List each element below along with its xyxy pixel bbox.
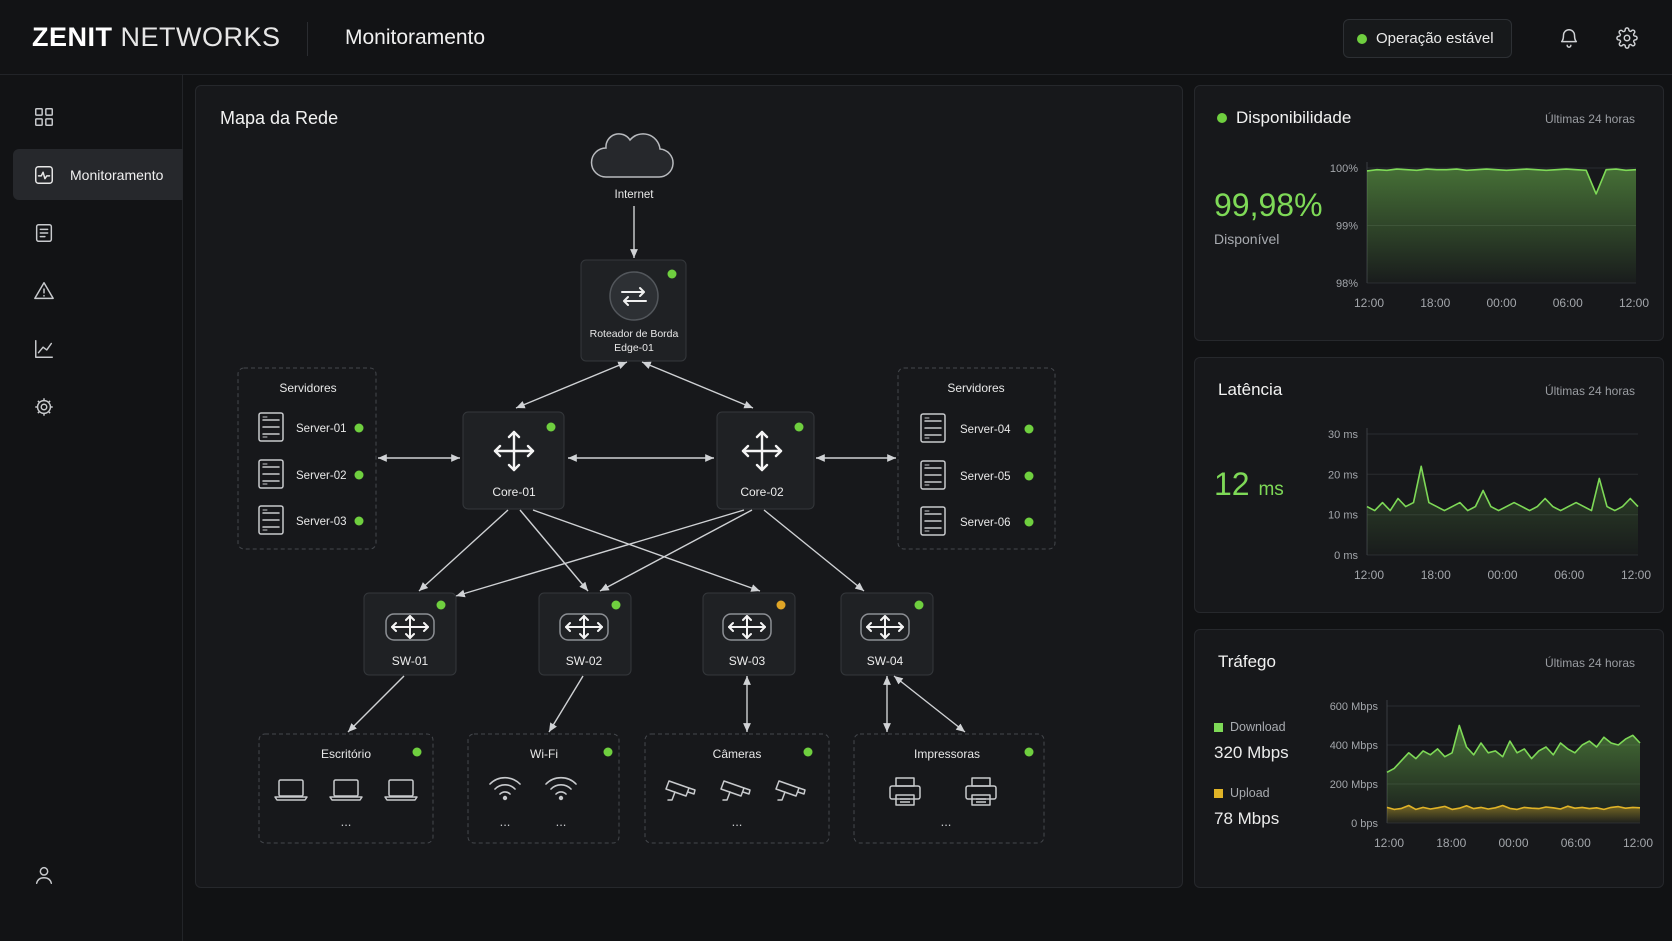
y-tick-label: 0 bps: [1351, 818, 1378, 830]
x-tick-label: 18:00: [1436, 836, 1466, 850]
y-tick-label: 99%: [1336, 221, 1358, 233]
x-tick-label: 12:00: [1374, 836, 1404, 850]
x-tick-label: 12:00: [1354, 296, 1384, 310]
x-tick-label: 00:00: [1498, 836, 1528, 850]
y-tick-label: 98%: [1336, 278, 1358, 290]
x-tick-label: 00:00: [1487, 568, 1517, 582]
y-tick-label: 400 Mbps: [1330, 740, 1379, 752]
y-tick-label: 100%: [1330, 163, 1358, 175]
x-tick-label: 06:00: [1561, 836, 1591, 850]
x-tick-label: 12:00: [1619, 296, 1649, 310]
y-tick-label: 600 Mbps: [1330, 701, 1379, 713]
x-tick-label: 18:00: [1421, 568, 1451, 582]
x-tick-label: 12:00: [1621, 568, 1651, 582]
x-tick-label: 18:00: [1420, 296, 1450, 310]
x-tick-label: 12:00: [1623, 836, 1653, 850]
charts-layer: 100% 99% 98% 12:00 18:00 00:00 06:00 12:00 30 ms…: [1328, 162, 1653, 850]
y-tick-label: 10 ms: [1328, 510, 1358, 522]
series-area: [1367, 466, 1638, 555]
x-tick-label: 12:00: [1354, 568, 1384, 582]
y-tick-label: 0 ms: [1334, 550, 1358, 562]
x-tick-label: 00:00: [1486, 296, 1516, 310]
x-tick-label: 06:00: [1554, 568, 1584, 582]
series-area: [1367, 169, 1636, 283]
y-tick-label: 30 ms: [1328, 429, 1358, 441]
y-tick-label: 200 Mbps: [1330, 779, 1379, 791]
x-tick-label: 06:00: [1553, 296, 1583, 310]
y-tick-label: 20 ms: [1328, 469, 1358, 481]
